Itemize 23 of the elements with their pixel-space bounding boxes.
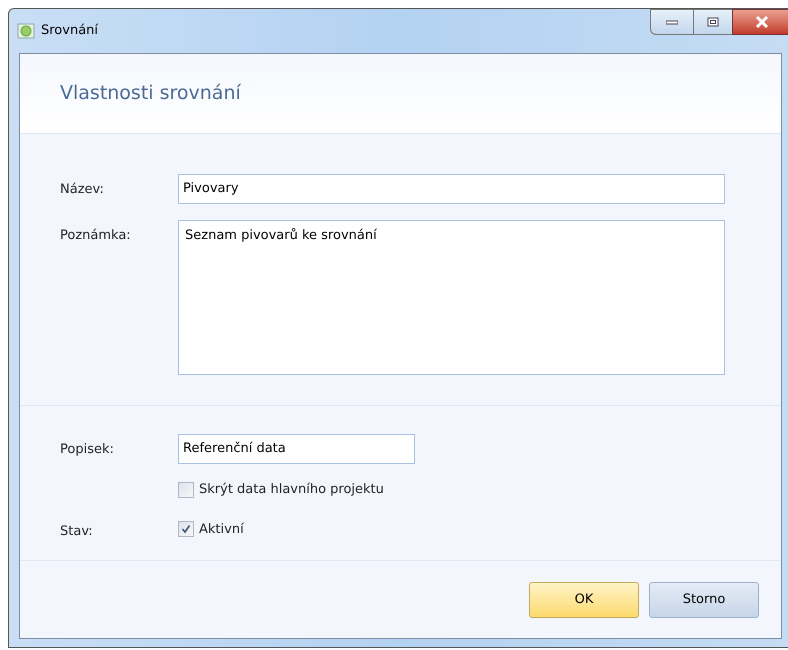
checkbox[interactable] <box>178 482 194 498</box>
minimize-icon <box>666 19 678 25</box>
field-label: Popisek: <box>60 442 114 457</box>
maximize-button[interactable] <box>694 9 732 35</box>
ok-button[interactable]: OK <box>529 582 639 618</box>
checkbox-option[interactable]: Aktivní <box>178 516 244 539</box>
app-icon <box>17 22 35 40</box>
field-label: Stav: <box>60 524 93 538</box>
window-title: Srovnání <box>41 22 98 40</box>
dialog-heading: Vlastnosti srovnání <box>60 81 241 106</box>
text-area[interactable]: Seznam pivovarů ke srovnání <box>178 220 725 375</box>
checked-checkbox[interactable] <box>178 521 194 538</box>
checkbox-option[interactable]: Skrýt data hlavního projektu <box>178 476 384 500</box>
close-button[interactable] <box>732 9 788 35</box>
field-label: Název: <box>60 182 104 197</box>
text-field[interactable]: Referenční data <box>178 434 415 464</box>
text-field[interactable]: Pivovary <box>178 174 725 204</box>
checkmark-icon <box>181 524 191 534</box>
minimize-button[interactable] <box>650 9 694 35</box>
close-icon <box>755 16 769 28</box>
field-label: Poznámka: <box>60 228 131 243</box>
maximize-icon <box>707 17 719 27</box>
cancel-button[interactable]: Storno <box>649 582 759 618</box>
